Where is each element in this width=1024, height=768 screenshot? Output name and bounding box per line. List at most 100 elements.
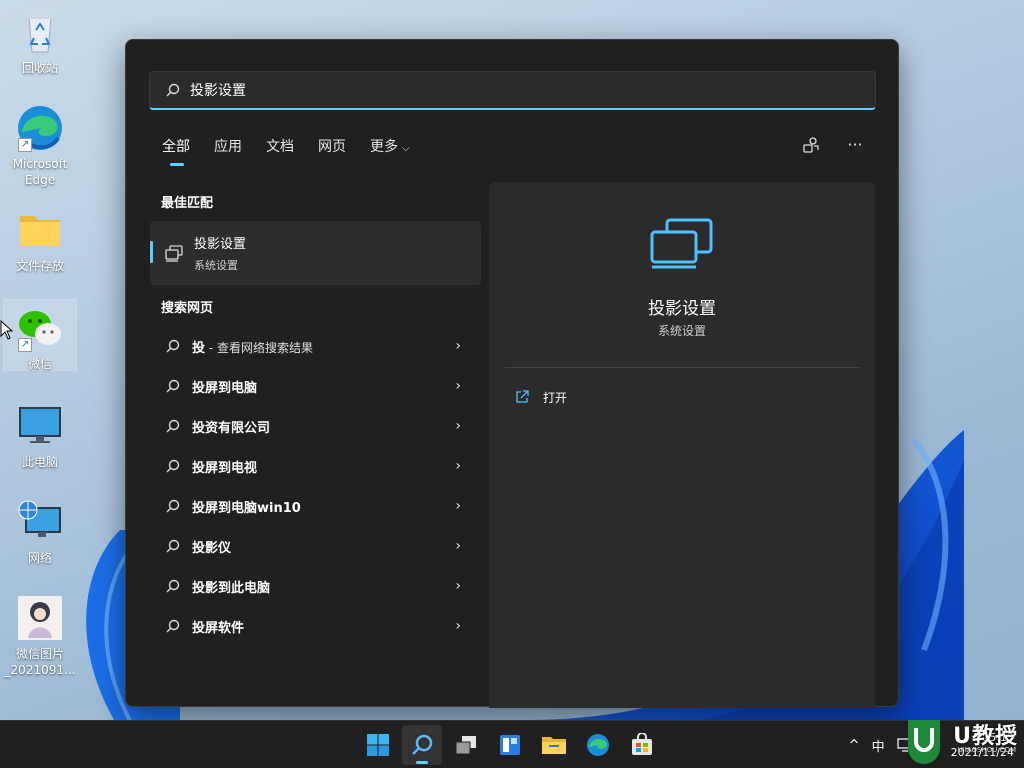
taskbar: ^ 中 15:13 2021/11/24 (0, 720, 1024, 768)
web-result-text: 投屏到电视 (192, 460, 258, 476)
chevron-right-icon: › (455, 378, 461, 394)
desktop-icon-label: 文件存放 (15, 259, 64, 273)
search-icon (166, 619, 180, 633)
web-result-text: 投影仪 (192, 540, 232, 556)
web-result-item[interactable]: 投影仪 › (150, 526, 481, 566)
desktop-icon-label: 此电脑 (21, 455, 58, 469)
folder-icon (20, 216, 60, 246)
web-result-item[interactable]: 投资有限公司 › (150, 406, 481, 446)
taskbar-apps (358, 725, 662, 765)
file-explorer-button[interactable] (534, 725, 574, 765)
recycle-bin-icon (27, 15, 53, 53)
tab-web[interactable]: 网页 (318, 136, 346, 166)
more-options-icon[interactable]: ··· (844, 135, 866, 154)
start-button[interactable] (358, 725, 398, 765)
search-icon (412, 734, 433, 755)
windows-logo-icon (367, 734, 389, 756)
best-match-item[interactable]: 投影设置 系统设置 (150, 221, 481, 285)
detail-pane: 投影设置 系统设置 打开 (489, 182, 875, 708)
detail-title: 投影设置 (648, 299, 716, 319)
web-result-hint: - 查看网络搜索结果 (205, 340, 313, 355)
web-result-item[interactable]: 投屏软件 › (150, 606, 481, 646)
network-icon[interactable] (896, 738, 913, 752)
desktop-icon-wechat[interactable]: ↗ 微信 (3, 299, 77, 371)
open-label: 打开 (543, 390, 568, 405)
chevron-right-icon: › (455, 498, 461, 514)
clock[interactable]: 15:13 2021/11/24 (951, 730, 1014, 760)
system-tray: ^ 中 15:13 2021/11/24 (843, 721, 1020, 768)
projection-icon (650, 218, 713, 269)
search-box[interactable] (149, 71, 876, 110)
mouse-cursor-icon (0, 320, 14, 340)
projection-icon (165, 245, 183, 262)
search-icon (166, 499, 180, 513)
ime-indicator[interactable]: 中 (872, 736, 885, 755)
store-button[interactable] (622, 725, 662, 765)
chevron-right-icon: › (455, 418, 461, 434)
open-button[interactable]: 打开 (505, 382, 859, 412)
account-switch-icon[interactable] (800, 136, 822, 154)
web-search-heading: 搜索网页 (161, 301, 214, 316)
tab-label: 更多 (370, 139, 398, 155)
desktop-icon-wechat-image[interactable]: 微信图片_2021091... (4, 594, 76, 678)
open-external-icon (516, 390, 529, 403)
shortcut-arrow-icon: ↗ (18, 138, 32, 152)
tab-documents[interactable]: 文档 (266, 136, 294, 166)
desktop-icon-label: 微信图片_2021091... (4, 647, 76, 677)
clock-date: 2021/11/24 (950, 746, 1014, 759)
desktop-icon-label: 微信 (27, 357, 52, 371)
monitor-icon (19, 407, 61, 443)
edge-button[interactable] (578, 725, 618, 765)
chevron-down-icon: ⌵ (402, 143, 410, 154)
tab-all[interactable]: 全部 (162, 136, 190, 166)
task-view-button[interactable] (446, 725, 486, 765)
tab-more[interactable]: 更多 ⌵ (370, 136, 410, 166)
widgets-button[interactable] (490, 725, 530, 765)
search-input[interactable] (190, 82, 790, 98)
tab-label: 文档 (266, 139, 294, 155)
detail-subtitle: 系统设置 (657, 324, 706, 338)
desktop-icon-recycle-bin[interactable]: 回收站 (4, 8, 76, 76)
tab-apps[interactable]: 应用 (214, 136, 242, 166)
chevron-right-icon: › (455, 338, 461, 354)
web-result-text: 投屏到电脑 (192, 380, 258, 396)
widgets-icon (500, 735, 520, 755)
shortcut-arrow-icon: ↗ (18, 338, 32, 352)
tab-label: 全部 (162, 139, 190, 155)
web-result-item[interactable]: 投影到此电脑 › (150, 566, 481, 606)
search-flyout: 全部 应用 文档 网页 更多⌵ ··· 最佳匹配 投影设置 系统设置 搜索网页 … (125, 39, 899, 708)
chevron-right-icon: › (455, 578, 461, 594)
tab-label: 网页 (318, 139, 346, 155)
search-icon (166, 419, 180, 433)
web-result-item[interactable]: 投屏到电视 › (150, 446, 481, 486)
tray-overflow-chevron[interactable]: ^ (849, 738, 860, 753)
web-result-item[interactable]: 投屏到电脑 › (150, 366, 481, 406)
image-thumbnail-icon (18, 596, 62, 640)
search-icon (166, 339, 180, 353)
task-view-icon (455, 736, 476, 755)
best-match-subtitle: 系统设置 (194, 259, 238, 272)
desktop-icon-label: Microsoft Edge (12, 157, 68, 187)
chevron-right-icon: › (455, 618, 461, 634)
folder-icon (542, 737, 566, 754)
web-result-item[interactable]: 投屏到电脑win10 › (150, 486, 481, 526)
desktop-icon-network[interactable]: 网络 (4, 498, 76, 566)
desktop-icon-edge[interactable]: ↗ Microsoft Edge (4, 104, 76, 188)
desktop-icon-folder[interactable]: 文件存放 (4, 206, 76, 274)
store-icon (632, 733, 652, 755)
search-icon (166, 579, 180, 593)
web-result-text: 投屏软件 (192, 620, 245, 636)
volume-icon[interactable] (925, 738, 939, 752)
chevron-right-icon: › (455, 538, 461, 554)
web-results-list: 投 - 查看网络搜索结果 › 投屏到电脑 › 投资有限公司 › 投屏到电视 › … (150, 326, 481, 646)
web-result-text: 投 (192, 340, 206, 356)
search-tools: ··· (800, 135, 866, 154)
search-icon (166, 539, 180, 553)
divider (505, 367, 859, 368)
taskbar-search-button[interactable] (402, 725, 442, 765)
search-icon (166, 379, 180, 393)
web-result-item[interactable]: 投 - 查看网络搜索结果 › (150, 326, 481, 366)
edge-icon (587, 734, 609, 756)
desktop-icon-this-pc[interactable]: 此电脑 (4, 402, 76, 470)
desktop-icon-label: 回收站 (21, 61, 58, 75)
